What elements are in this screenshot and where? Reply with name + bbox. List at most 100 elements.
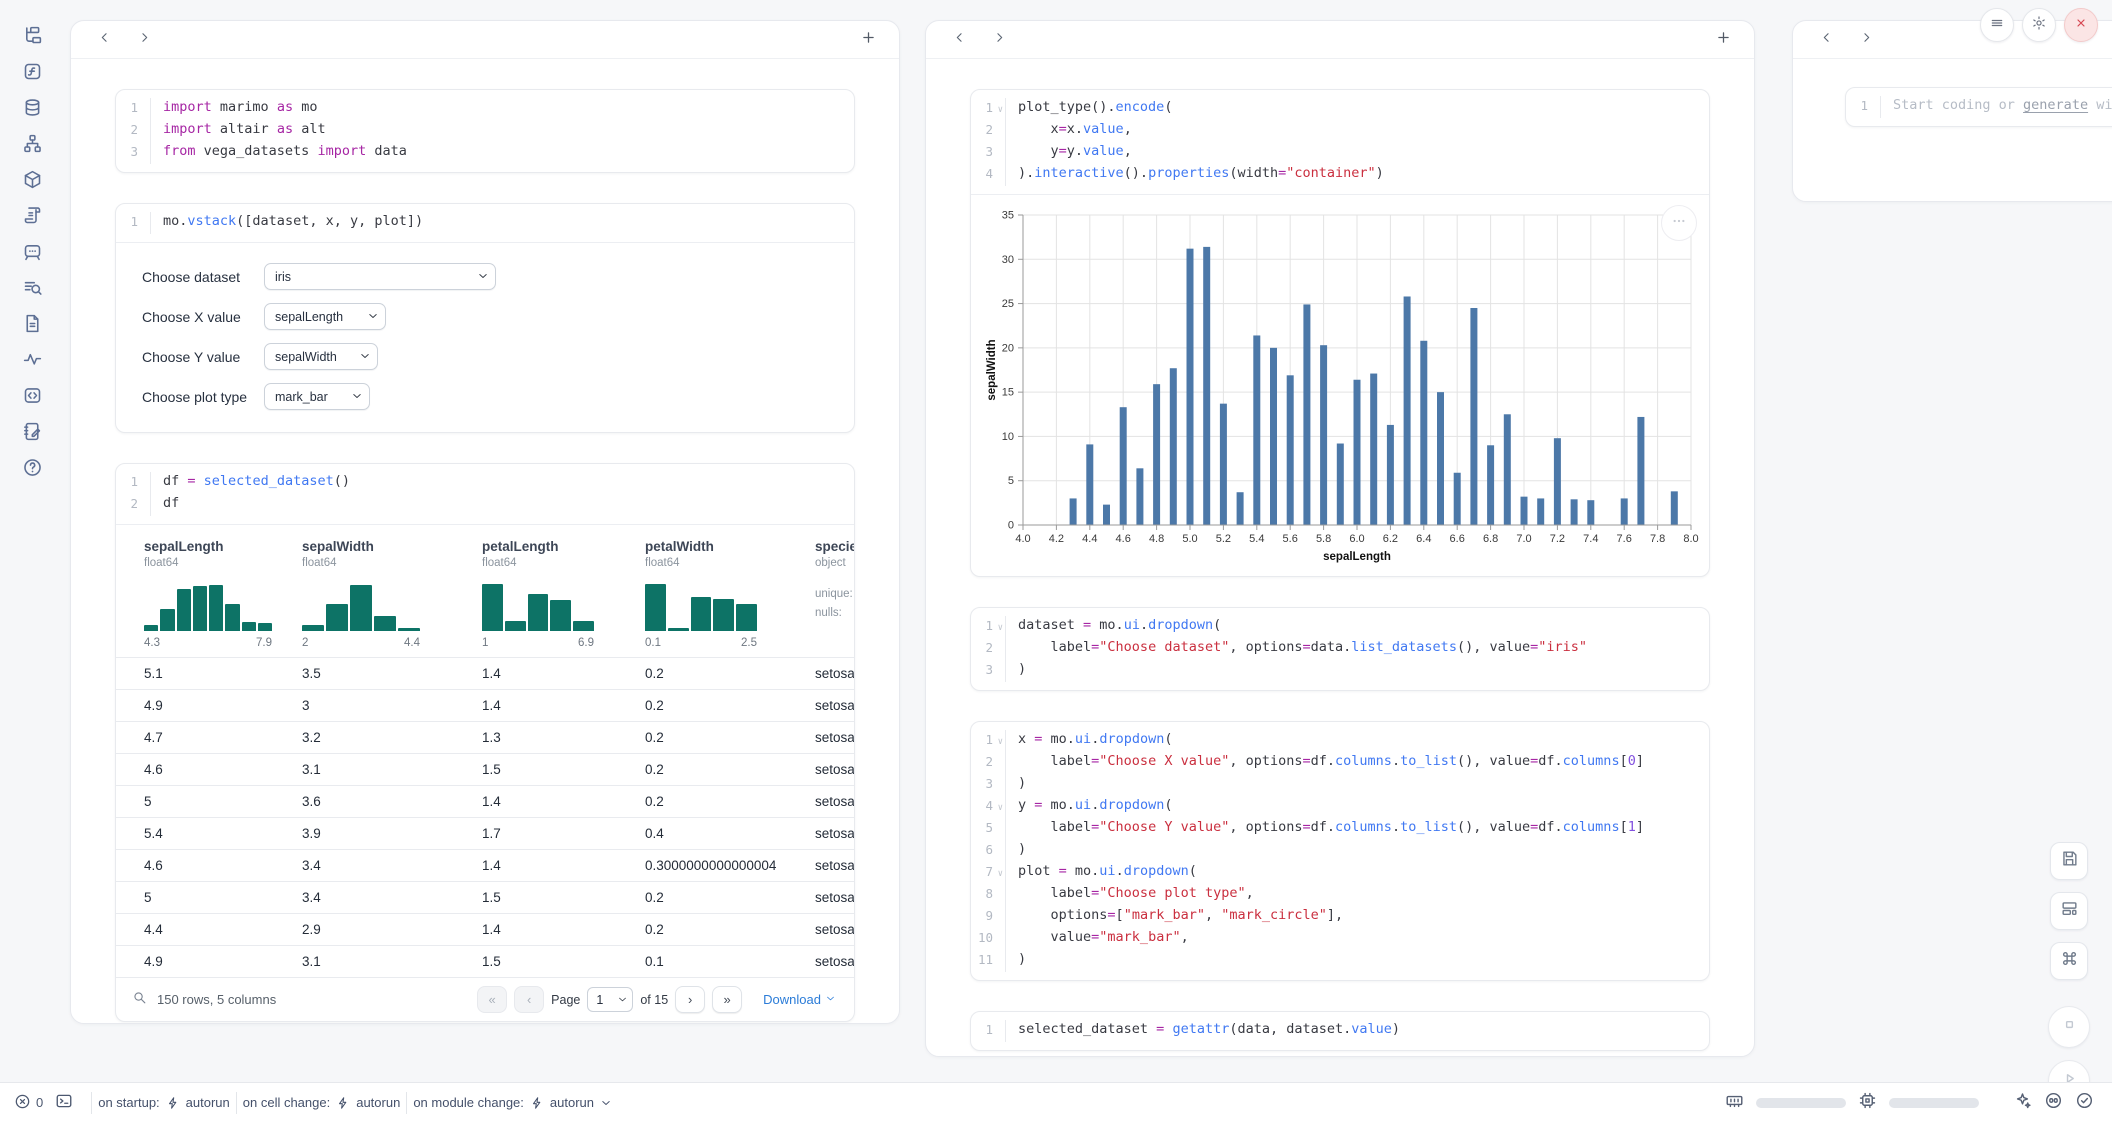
command-button[interactable]	[2050, 942, 2088, 980]
table-column-header[interactable]: sepalWidthfloat6424.4	[290, 525, 470, 657]
runtime-config-2[interactable]: on module change:autorun	[413, 1095, 612, 1110]
choose-x-value-select[interactable]: sepalLength	[264, 303, 386, 330]
panel-forward-button[interactable]	[1853, 27, 1879, 53]
code-editor[interactable]: 1∨plot_type().encode(2∨ x=x.value,3∨ y=y…	[971, 90, 1709, 194]
sidebar-logs-button[interactable]	[14, 200, 50, 236]
choose-plot-type-select[interactable]: mark_bar	[264, 383, 370, 410]
connection-status-button[interactable]	[2075, 1091, 2094, 1115]
empty-code-cell[interactable]: 1∨ Start coding or generate with AI	[1845, 87, 2112, 127]
sidebar-list-search-button[interactable]	[14, 272, 50, 308]
column-histogram[interactable]	[144, 581, 272, 631]
table-row[interactable]: 53.61.40.2setosa	[116, 785, 854, 817]
panel-back-button[interactable]	[946, 27, 972, 53]
panel-back-button[interactable]	[91, 27, 117, 53]
code-editor[interactable]: 1∨mo.vstack([dataset, x, y, plot])	[116, 204, 854, 242]
code-cell-selected-dataset[interactable]: 1∨selected_dataset = getattr(data, datas…	[970, 1011, 1710, 1051]
table-row[interactable]: 53.41.50.2setosa	[116, 881, 854, 913]
table-column-header[interactable]: petalWidthfloat640.12.5	[633, 525, 803, 657]
runtime-config-0[interactable]: on startup:autorun	[98, 1095, 230, 1110]
table-cell: 4.9	[132, 690, 290, 721]
fold-chevron-icon[interactable]: ∨	[993, 619, 1003, 638]
save-button[interactable]	[2050, 842, 2088, 880]
table-cell: 1.7	[470, 818, 633, 849]
first-page-button[interactable]: «	[477, 986, 507, 1013]
choose-y-value-select[interactable]: sepalWidth	[264, 343, 378, 370]
table-column-header[interactable]: speciesobjectunique:nulls:	[803, 525, 854, 657]
table-row[interactable]: 4.73.21.30.2setosa	[116, 721, 854, 753]
code-cell-imports[interactable]: 1∨import marimo as mo2∨import altair as …	[115, 89, 855, 173]
column-histogram[interactable]	[302, 581, 420, 631]
divider	[236, 1092, 237, 1114]
runtime-config-1[interactable]: on cell change:autorun	[243, 1095, 401, 1110]
menu-button[interactable]	[1980, 8, 2014, 42]
code-editor[interactable]: 1∨selected_dataset = getattr(data, datas…	[971, 1012, 1709, 1050]
column-histogram[interactable]	[482, 581, 594, 631]
close-button[interactable]	[2064, 8, 2098, 42]
fold-chevron-icon[interactable]: ∨	[993, 733, 1003, 752]
code-cell-dataset-dropdown[interactable]: 1∨dataset = mo.ui.dropdown(2∨ label="Cho…	[970, 607, 1710, 691]
bar-chart[interactable]: 4.04.24.44.64.85.05.25.45.65.86.06.26.46…	[983, 207, 1699, 572]
sidebar-database-button[interactable]	[14, 92, 50, 128]
sidebar-help-button[interactable]	[14, 452, 50, 488]
sidebar-package-button[interactable]	[14, 164, 50, 200]
table-column-header[interactable]: petalLengthfloat6416.9	[470, 525, 633, 657]
settings-button[interactable]	[2022, 8, 2056, 42]
sidebar-document-button[interactable]	[14, 308, 50, 344]
table-row[interactable]: 4.63.11.50.2setosa	[116, 753, 854, 785]
sidebar-function-button[interactable]	[14, 56, 50, 92]
download-button[interactable]: Download	[763, 992, 836, 1007]
table-row[interactable]: 5.43.91.70.4setosa	[116, 817, 854, 849]
sidebar-file-tree-button[interactable]	[14, 20, 50, 56]
code-cell-dataframe[interactable]: 1∨df = selected_dataset()2∨df sepalLengt…	[115, 463, 855, 1022]
search-icon[interactable]	[132, 990, 147, 1010]
table-row[interactable]: 4.63.41.40.3000000000000004setosa	[116, 849, 854, 881]
add-cell-button[interactable]	[855, 27, 881, 53]
add-cell-button[interactable]	[1710, 27, 1736, 53]
table-row[interactable]: 5.13.51.40.2setosa	[116, 657, 854, 689]
terminal-button[interactable]	[55, 1092, 73, 1113]
copilot-button[interactable]	[2044, 1091, 2063, 1115]
ai-assist-button[interactable]	[2013, 1091, 2032, 1115]
errors-indicator[interactable]: 0	[14, 1093, 43, 1113]
document-icon	[22, 313, 43, 339]
table-column-header[interactable]: sepalLengthfloat644.37.9	[132, 525, 290, 657]
lightning-icon	[530, 1096, 544, 1110]
fold-chevron-icon[interactable]: ∨	[993, 101, 1003, 120]
next-page-button[interactable]: ›	[675, 986, 705, 1013]
code-cell-plot[interactable]: 1∨plot_type().encode(2∨ x=x.value,3∨ y=y…	[970, 89, 1710, 577]
prev-page-button[interactable]: ‹	[514, 986, 544, 1013]
last-page-button[interactable]: »	[712, 986, 742, 1013]
column-histogram[interactable]	[645, 581, 757, 631]
histogram-bar	[144, 625, 158, 632]
stop-button[interactable]	[2048, 1006, 2090, 1048]
panel-back-button[interactable]	[1813, 27, 1839, 53]
sidebar-dep-graph-button[interactable]	[14, 128, 50, 164]
layout-button[interactable]	[2050, 892, 2088, 930]
sidebar-scratchpad-button[interactable]	[14, 416, 50, 452]
code-line: 2∨df	[116, 494, 844, 516]
code-editor[interactable]: 1∨x = mo.ui.dropdown(2∨ label="Choose X …	[971, 722, 1709, 980]
svg-text:30: 30	[1002, 254, 1014, 266]
code-editor[interactable]: 1∨ Start coding or generate with AI	[1846, 88, 2112, 126]
fold-chevron-icon[interactable]: ∨	[993, 865, 1003, 884]
chart-menu-button[interactable]	[1661, 205, 1697, 241]
sparkles-icon	[2013, 1091, 2032, 1115]
sidebar-activity-button[interactable]	[14, 344, 50, 380]
panel-forward-button[interactable]	[131, 27, 157, 53]
code-cell-xy-plot-dropdowns[interactable]: 1∨x = mo.ui.dropdown(2∨ label="Choose X …	[970, 721, 1710, 981]
sidebar-snippets-button[interactable]	[14, 380, 50, 416]
code-editor[interactable]: 1∨import marimo as mo2∨import altair as …	[116, 90, 854, 172]
table-row[interactable]: 4.42.91.40.2setosa	[116, 913, 854, 945]
table-row[interactable]: 4.931.40.2setosa	[116, 689, 854, 721]
code-editor[interactable]: 1∨dataset = mo.ui.dropdown(2∨ label="Cho…	[971, 608, 1709, 690]
table-row[interactable]: 4.93.11.50.1setosa	[116, 945, 854, 977]
code-placeholder[interactable]: Start coding or generate with AI	[1880, 96, 2112, 118]
panel-forward-button[interactable]	[986, 27, 1012, 53]
choose-dataset-select[interactable]: iris	[264, 263, 496, 290]
sidebar-chat-bot-button[interactable]	[14, 236, 50, 272]
page-select[interactable]: 1	[587, 987, 633, 1012]
code-editor[interactable]: 1∨df = selected_dataset()2∨df	[116, 464, 854, 524]
svg-text:sepalWidth: sepalWidth	[986, 339, 998, 400]
code-cell-vstack[interactable]: 1∨mo.vstack([dataset, x, y, plot]) Choos…	[115, 203, 855, 433]
fold-chevron-icon[interactable]: ∨	[993, 799, 1003, 818]
